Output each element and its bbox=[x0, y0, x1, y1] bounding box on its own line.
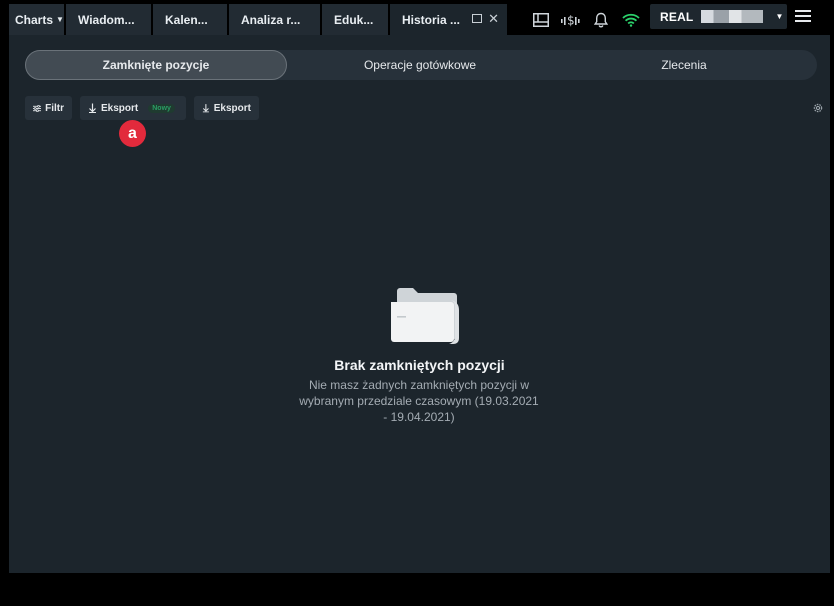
export-button-new[interactable]: Eksport Nowy bbox=[80, 96, 186, 120]
tab-historia[interactable]: Historia ... ✕ bbox=[390, 4, 507, 35]
tab-label: Wiadom... bbox=[78, 12, 135, 27]
tab-wiadomosci[interactable]: Wiadom... bbox=[66, 4, 151, 35]
layout-icon[interactable] bbox=[527, 4, 555, 35]
hamburger-icon bbox=[795, 10, 811, 12]
settings-gear-icon[interactable] bbox=[812, 102, 824, 114]
export-button[interactable]: Eksport bbox=[194, 96, 259, 120]
empty-folder-icon bbox=[391, 288, 459, 344]
wifi-icon[interactable] bbox=[617, 4, 645, 35]
app-window: Charts ▼ Wiadom... Kalen... Analiza r...… bbox=[9, 4, 830, 573]
account-type-label: REAL bbox=[660, 9, 694, 24]
tab-edukacja[interactable]: Eduk... bbox=[322, 4, 388, 35]
tab-label: Analiza r... bbox=[241, 12, 301, 27]
segment-closed-positions[interactable]: Zamknięte pozycje bbox=[25, 50, 287, 80]
dollar-signal-icon[interactable]: $ bbox=[557, 4, 585, 35]
empty-state-title: Brak zamkniętych pozycji bbox=[334, 357, 505, 373]
close-icon[interactable]: ✕ bbox=[488, 12, 499, 25]
tab-bar: Charts ▼ Wiadom... Kalen... Analiza r...… bbox=[9, 4, 509, 35]
segment-orders[interactable]: Zlecenia bbox=[553, 50, 815, 80]
tab-analiza-rynku[interactable]: Analiza r... bbox=[229, 4, 320, 35]
tab-kalendarz[interactable]: Kalen... bbox=[153, 4, 227, 35]
chevron-down-icon: ▼ bbox=[56, 15, 64, 24]
tab-label: Kalen... bbox=[165, 12, 208, 27]
top-bar: Charts ▼ Wiadom... Kalen... Analiza r...… bbox=[9, 4, 830, 35]
export-label: Eksport bbox=[213, 102, 251, 114]
masked-account-number bbox=[701, 10, 764, 23]
hamburger-line bbox=[795, 20, 811, 22]
tab-label: Charts bbox=[15, 12, 54, 27]
new-badge: Nowy bbox=[148, 103, 175, 113]
filter-label: Filtr bbox=[45, 102, 64, 114]
toolbar: Filtr Eksport Nowy Eksport bbox=[25, 96, 267, 120]
chevron-down-icon: ▼ bbox=[775, 12, 784, 21]
menu-button[interactable] bbox=[795, 10, 817, 26]
tab-controls: ✕ bbox=[472, 12, 499, 25]
hamburger-line bbox=[795, 15, 811, 17]
account-selector[interactable]: REAL ▼ bbox=[650, 4, 787, 29]
filter-icon bbox=[33, 104, 42, 112]
download-icon bbox=[202, 104, 209, 113]
svg-text:$: $ bbox=[567, 13, 575, 27]
download-icon bbox=[89, 103, 96, 113]
annotation-marker: a bbox=[119, 120, 146, 147]
filter-button[interactable]: Filtr bbox=[25, 96, 72, 120]
history-type-switch: Zamknięte pozycje Operacje gotówkowe Zle… bbox=[25, 50, 817, 80]
empty-state-description: Nie masz żadnych zamkniętych pozycji w w… bbox=[299, 378, 539, 424]
system-tray: $ bbox=[527, 4, 647, 35]
tab-label: Eduk... bbox=[334, 12, 374, 27]
tab-label: Historia ... bbox=[402, 12, 461, 27]
tab-charts[interactable]: Charts ▼ bbox=[9, 4, 64, 35]
export-label: Eksport bbox=[101, 102, 139, 114]
segment-cash-operations[interactable]: Operacje gotówkowe bbox=[287, 50, 553, 80]
maximize-icon[interactable] bbox=[472, 14, 483, 23]
bell-icon[interactable] bbox=[587, 4, 615, 35]
